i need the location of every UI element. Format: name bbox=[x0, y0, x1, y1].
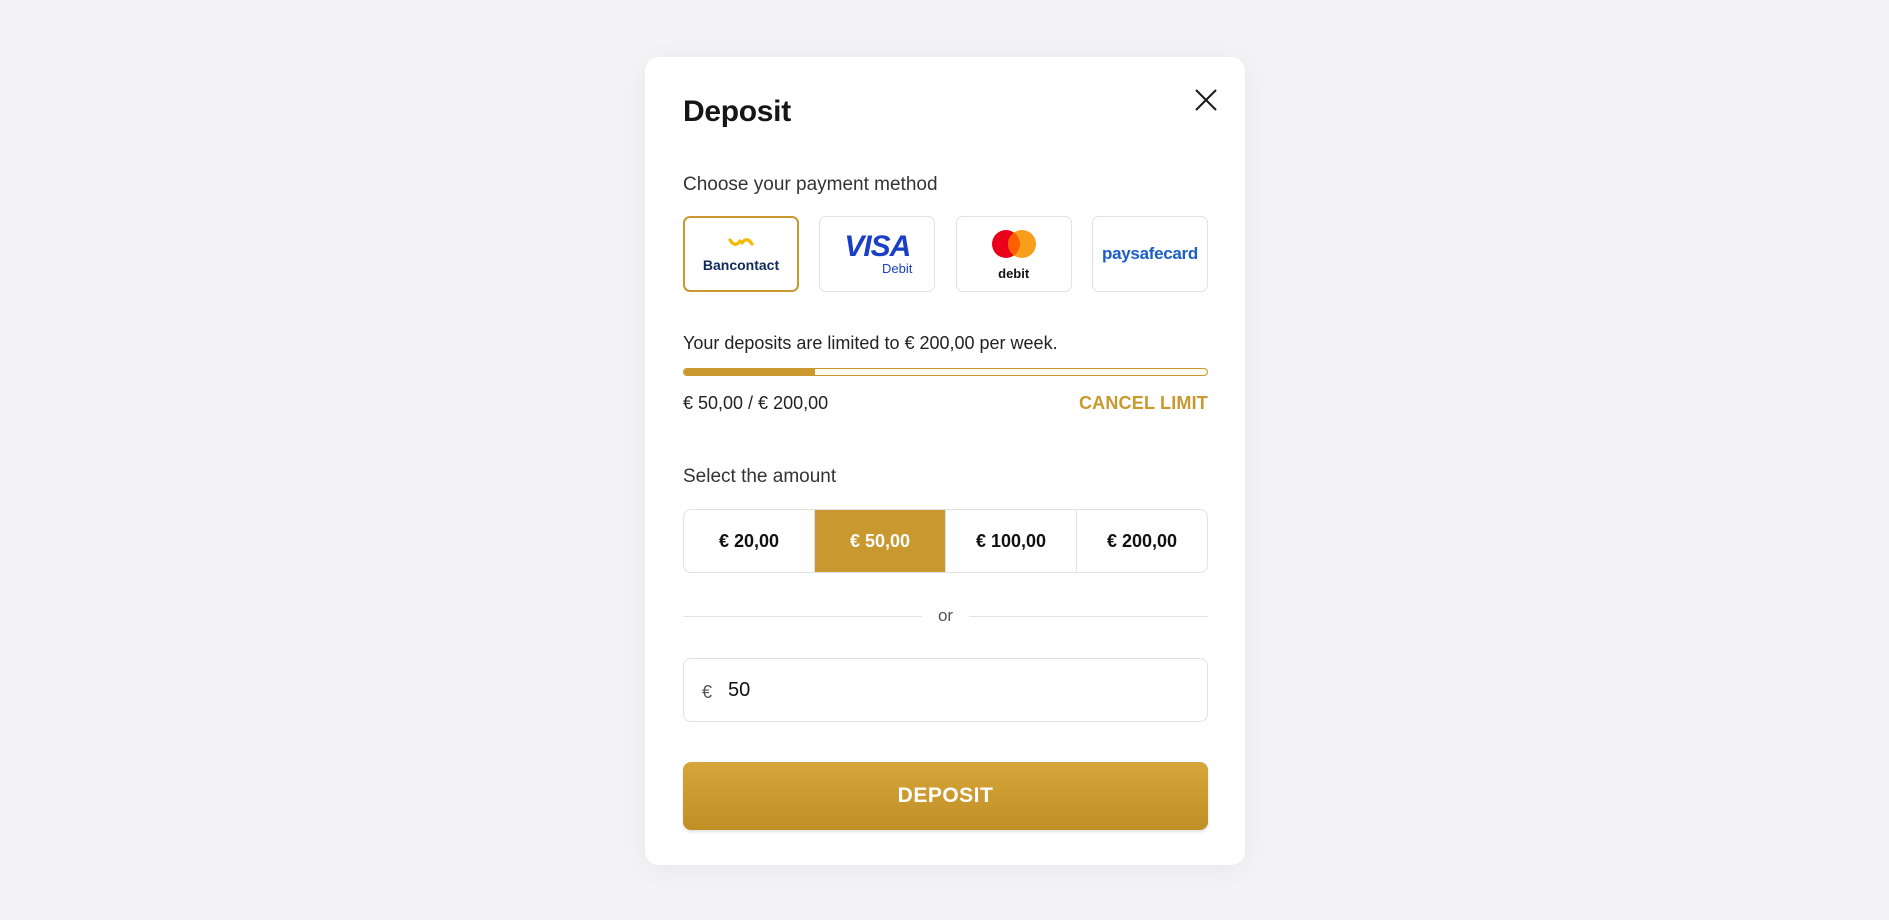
payment-method-paysafecard[interactable]: paysafecard bbox=[1091, 216, 1208, 292]
paysafecard-logo: paysafecard bbox=[1102, 244, 1198, 263]
amount-input[interactable] bbox=[726, 677, 1171, 703]
amount-option[interactable]: € 100,00 bbox=[945, 510, 1076, 572]
select-amount-label: Select the amount bbox=[683, 466, 837, 487]
amount-option[interactable]: € 20,00 bbox=[684, 510, 814, 572]
payment-method-bancontact[interactable]: Bancontact bbox=[683, 216, 799, 292]
deposit-limit-progress bbox=[683, 368, 1208, 376]
amount-option[interactable]: € 200,00 bbox=[1076, 510, 1207, 572]
deposit-limit-values: € 50,00 / € 200,00 bbox=[683, 393, 829, 413]
mastercard-logo-icon bbox=[988, 228, 1040, 265]
bancontact-logo-icon bbox=[728, 235, 754, 253]
mastercard-debit-label: debit bbox=[998, 265, 1030, 281]
divider-line bbox=[683, 615, 922, 617]
close-icon[interactable] bbox=[1191, 85, 1221, 115]
visa-logo: VISA bbox=[844, 229, 911, 263]
payment-method-label: Choose your payment method bbox=[683, 174, 938, 195]
amount-option[interactable]: € 50,00 bbox=[814, 510, 945, 572]
deposit-button[interactable]: DEPOSIT bbox=[683, 762, 1208, 830]
cancel-limit-link[interactable]: CANCEL LIMIT bbox=[1079, 393, 1208, 414]
deposit-modal: Deposit Choose your payment method Banco… bbox=[645, 57, 1245, 865]
deposit-limit-progress-fill bbox=[684, 369, 815, 375]
bancontact-label: Bancontact bbox=[702, 257, 780, 273]
amount-input-field[interactable]: € bbox=[683, 658, 1208, 722]
visa-debit-label: Debit bbox=[881, 260, 913, 276]
modal-title: Deposit bbox=[683, 95, 791, 128]
payment-method-mastercard-debit[interactable]: debit bbox=[955, 216, 1072, 292]
payment-method-visa-debit[interactable]: VISA Debit bbox=[819, 216, 936, 292]
or-label: or bbox=[937, 606, 954, 625]
deposit-limit-text: Your deposits are limited to € 200,00 pe… bbox=[683, 333, 1058, 353]
currency-symbol: € bbox=[702, 681, 713, 702]
payment-methods: Bancontact VISA Debit debit paysafecard bbox=[683, 216, 1208, 292]
amount-options: € 20,00 € 50,00 € 100,00 € 200,00 bbox=[683, 509, 1208, 573]
divider-line bbox=[969, 615, 1208, 617]
or-divider: or bbox=[683, 606, 1208, 626]
